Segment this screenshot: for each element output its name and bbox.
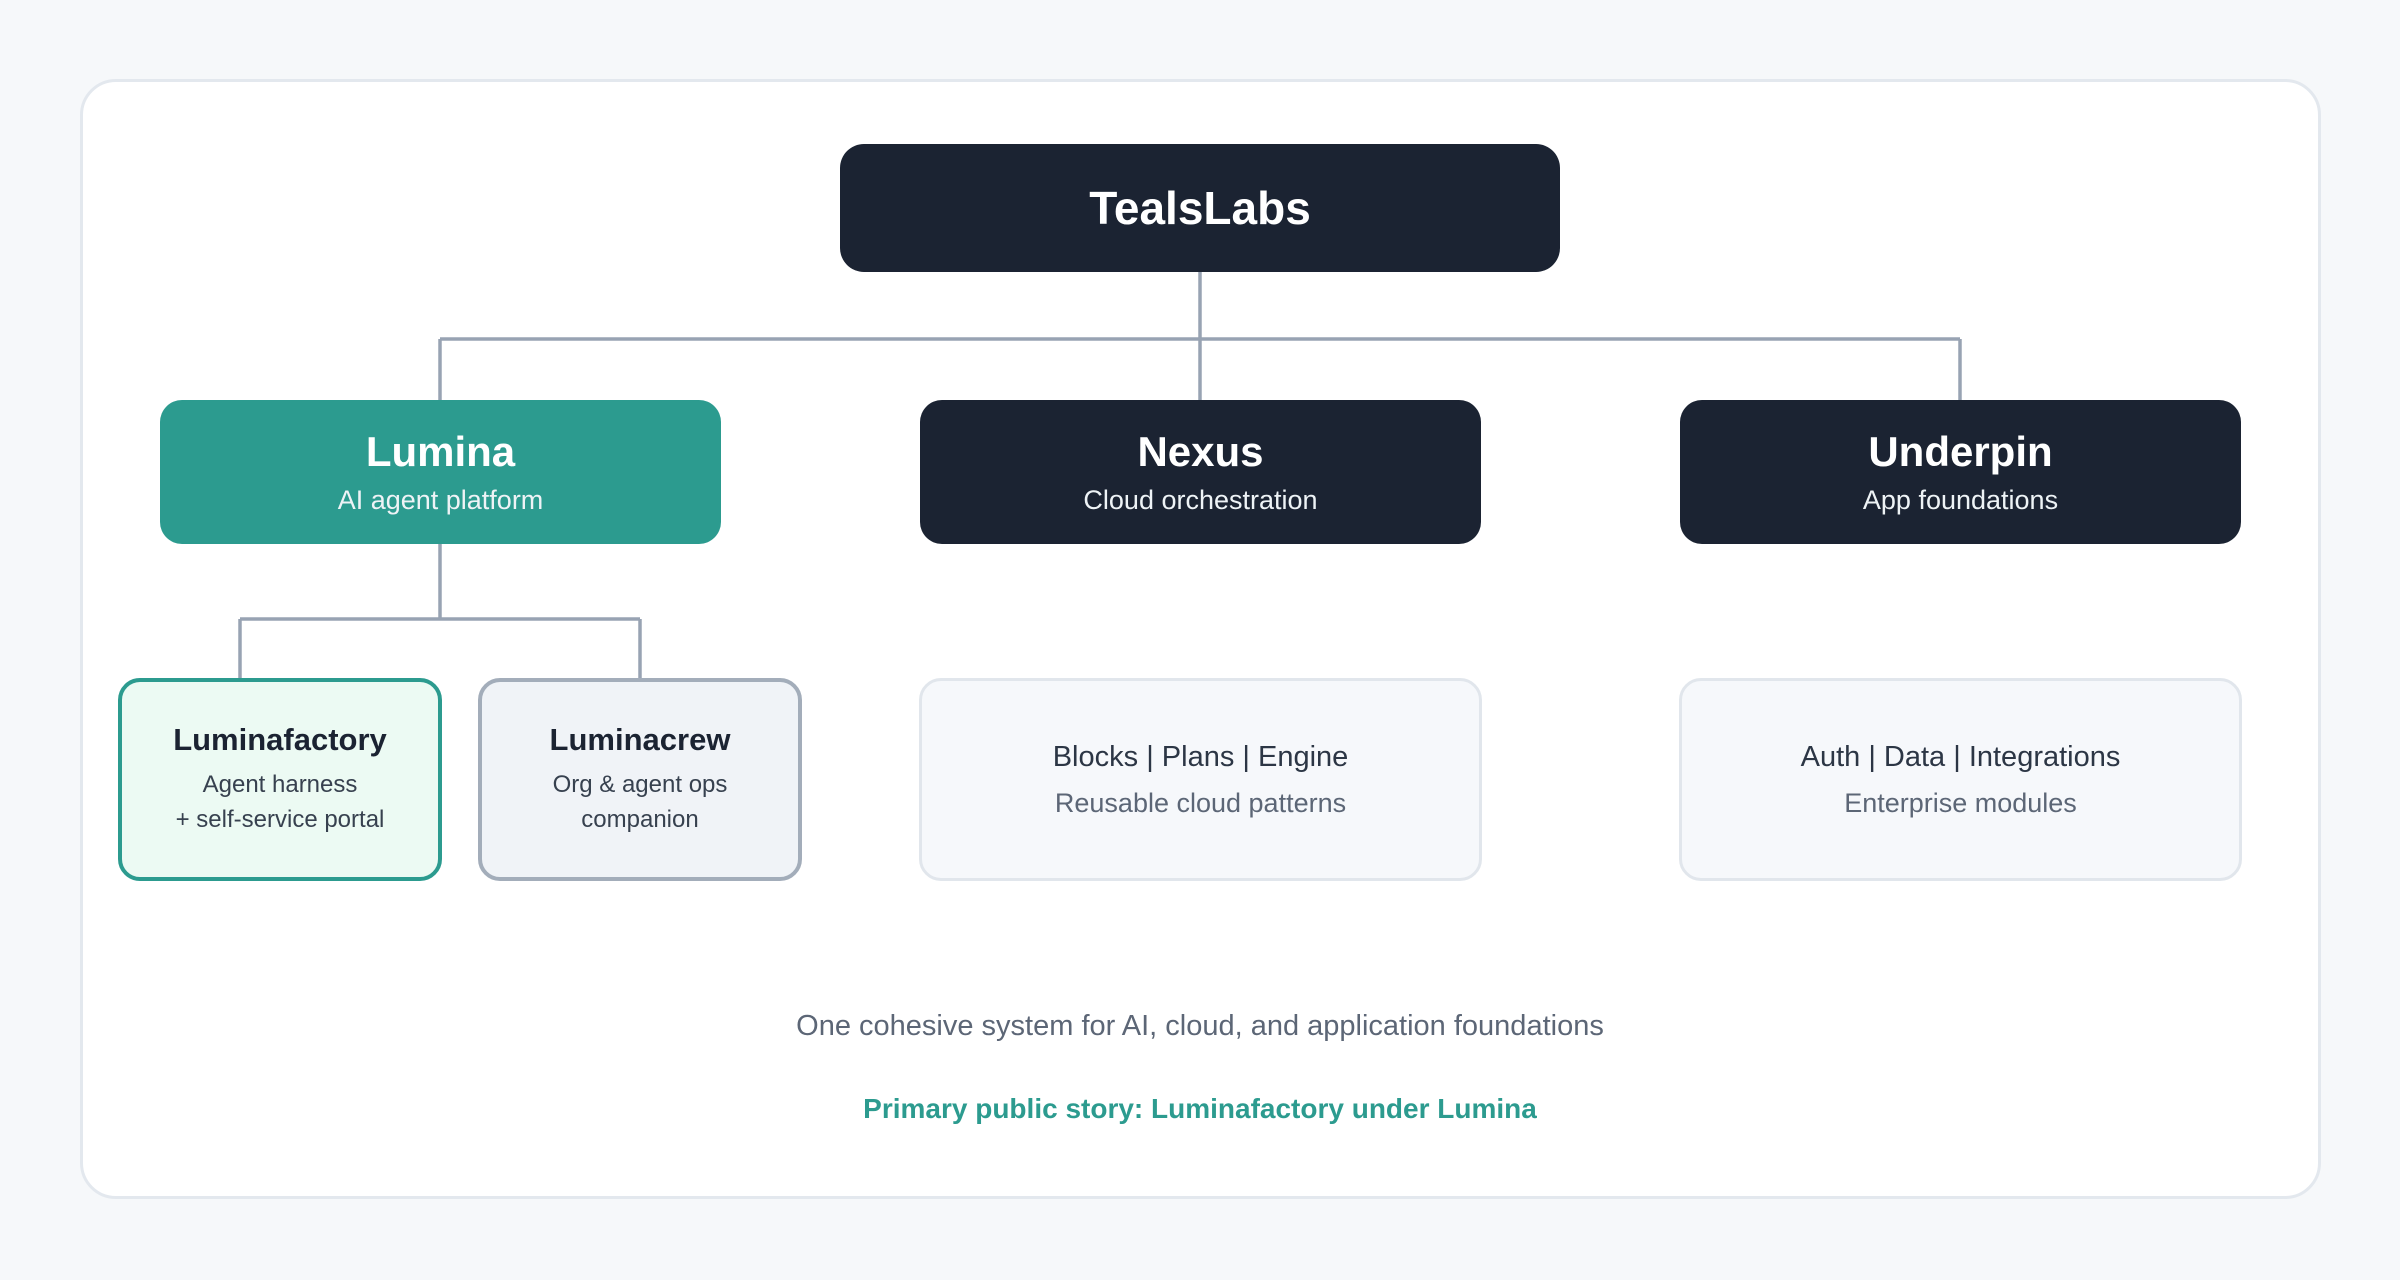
nexus-subtitle: Cloud orchestration [1083,484,1318,515]
node-lumina: Lumina AI agent platform [160,400,721,544]
luminacrew-description: Org & agent ops companion [553,768,728,838]
lumina-title: Lumina [365,428,516,476]
nexus-title: Nexus [1137,428,1264,476]
root-node-tealslabs: TealsLabs [840,144,1560,272]
underpin-detail-items: Auth | Data | Integrations [1800,740,2121,773]
luminafactory-desc-line1: Agent harness [202,770,358,798]
nexus-detail-card: Blocks | Plans | Engine Reusable cloud p… [919,678,1482,881]
summary-caption: One cohesive system for AI, cloud, and a… [796,1010,1604,1042]
underpin-subtitle: App foundations [1862,484,2059,515]
luminafactory-desc-line2: + self-service portal [175,805,385,833]
root-title: TealsLabs [1089,182,1311,234]
node-nexus: Nexus Cloud orchestration [920,400,1481,544]
underpin-title: Underpin [1868,428,2053,476]
nexus-detail-items: Blocks | Plans | Engine [1052,740,1349,773]
nexus-detail-note: Reusable cloud patterns [1054,787,1347,818]
luminafactory-description: Agent harness + self-service portal [176,768,385,838]
node-underpin: Underpin App foundations [1680,400,2241,544]
luminacrew-title: Luminacrew [549,721,731,757]
node-luminafactory: Luminafactory Agent harness + self-servi… [118,678,442,881]
luminacrew-desc-line1: Org & agent ops [552,770,728,798]
luminafactory-title: Luminafactory [173,721,387,757]
lumina-subtitle: AI agent platform [337,484,544,515]
underpin-detail-note: Enterprise modules [1844,787,2077,818]
node-luminacrew: Luminacrew Org & agent ops companion [478,678,802,881]
story-caption: Primary public story: Luminafactory unde… [863,1093,1537,1124]
luminacrew-desc-line2: companion [581,805,699,833]
underpin-detail-card: Auth | Data | Integrations Enterprise mo… [1679,678,2242,881]
